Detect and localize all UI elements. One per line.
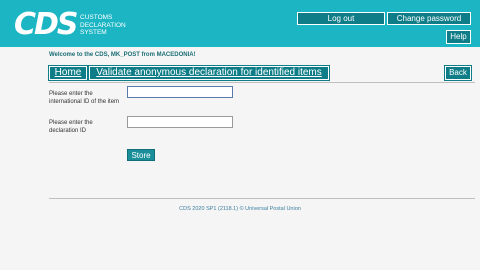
home-link[interactable]: Home bbox=[48, 65, 88, 81]
logo-line-declaration: DECLARATION bbox=[80, 21, 126, 29]
top-divider bbox=[49, 82, 475, 83]
header-bar: CDS CUSTOMS DECLARATION SYSTEM Log out C… bbox=[0, 0, 480, 47]
back-button[interactable]: Back bbox=[444, 65, 472, 81]
footer-divider bbox=[49, 198, 475, 199]
welcome-message: Welcome to the CDS, MK_POST from MACEDON… bbox=[49, 52, 196, 58]
logo-line-customs: CUSTOMS bbox=[80, 14, 113, 21]
store-button[interactable]: Store bbox=[127, 149, 155, 161]
change-password-button[interactable]: Change password bbox=[387, 12, 471, 25]
logo-subtitle: CUSTOMS DECLARATION SYSTEM bbox=[80, 14, 126, 37]
declaration-id-input[interactable] bbox=[127, 116, 233, 128]
logo-line-system: SYSTEM bbox=[80, 29, 107, 36]
logout-button[interactable]: Log out bbox=[297, 12, 385, 25]
cds-logo: CDS bbox=[14, 7, 79, 42]
international-id-input[interactable] bbox=[127, 86, 233, 98]
page-title-link[interactable]: Validate anonymous declaration for ident… bbox=[88, 65, 330, 81]
declaration-id-label: Please enter the declaration ID bbox=[49, 120, 93, 134]
help-button[interactable]: Help bbox=[446, 30, 471, 44]
footer-copyright: CDS 2020 SP1 (2118.1) © Universal Postal… bbox=[179, 206, 301, 212]
international-id-label: Please enter the international ID of the… bbox=[49, 91, 120, 105]
